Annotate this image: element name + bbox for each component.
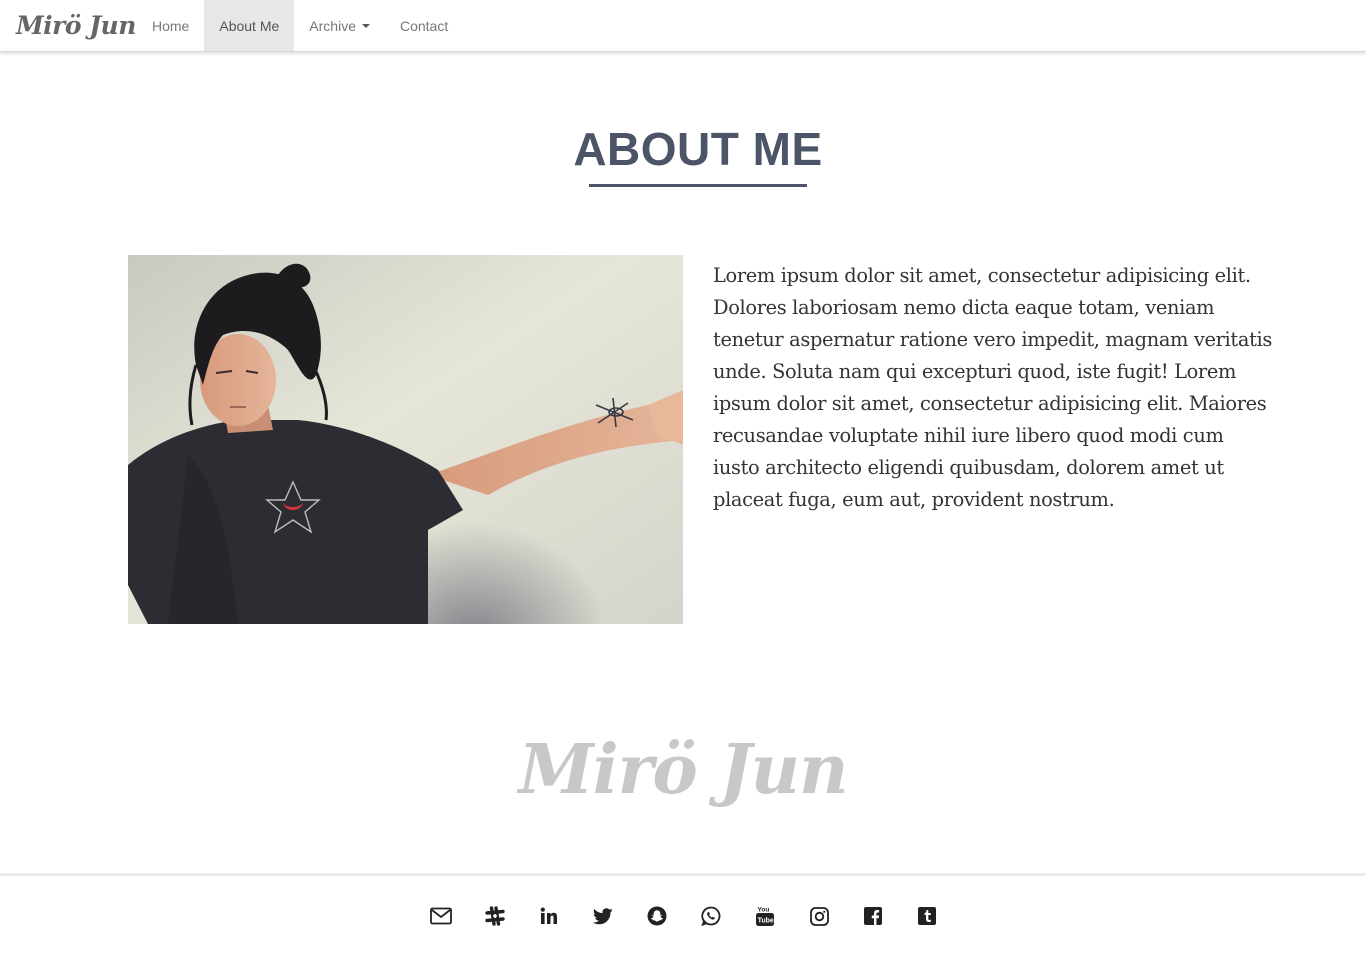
tumblr-icon[interactable]: [900, 900, 954, 932]
youtube-icon[interactable]: You Tube: [738, 900, 792, 932]
snapchat-icon[interactable]: [630, 900, 684, 932]
footer-divider: [0, 873, 1366, 876]
whatsapp-icon[interactable]: [684, 900, 738, 932]
svg-text:You: You: [758, 907, 770, 914]
about-bio-text: Lorem ipsum dolor sit amet, consectetur …: [713, 264, 1272, 511]
title-underline: [589, 184, 807, 187]
caret-down-icon: [361, 23, 370, 28]
nav-home[interactable]: Home: [137, 0, 204, 51]
nav-about-me[interactable]: About Me: [204, 0, 295, 51]
page-title: ABOUT ME: [573, 123, 823, 175]
twitter-icon[interactable]: [576, 900, 630, 932]
brand-logo[interactable]: Mirö Jun: [0, 0, 137, 51]
nav-contact[interactable]: Contact: [385, 0, 463, 51]
envelope-icon[interactable]: [414, 900, 468, 932]
nav-archive-label: Archive: [309, 17, 356, 34]
instagram-icon[interactable]: [792, 900, 846, 932]
top-navbar: Mirö Jun Home About Me Archive Contact: [0, 0, 1366, 52]
about-photo: [128, 255, 683, 624]
facebook-icon[interactable]: [846, 900, 900, 932]
nav-archive-dropdown[interactable]: Archive: [294, 0, 385, 51]
slack-icon[interactable]: [468, 900, 522, 932]
footer-logo: Mirö Jun: [518, 730, 848, 810]
svg-text:Tube: Tube: [758, 918, 774, 925]
linkedin-icon[interactable]: [522, 900, 576, 932]
social-links: You Tube: [0, 900, 1366, 932]
